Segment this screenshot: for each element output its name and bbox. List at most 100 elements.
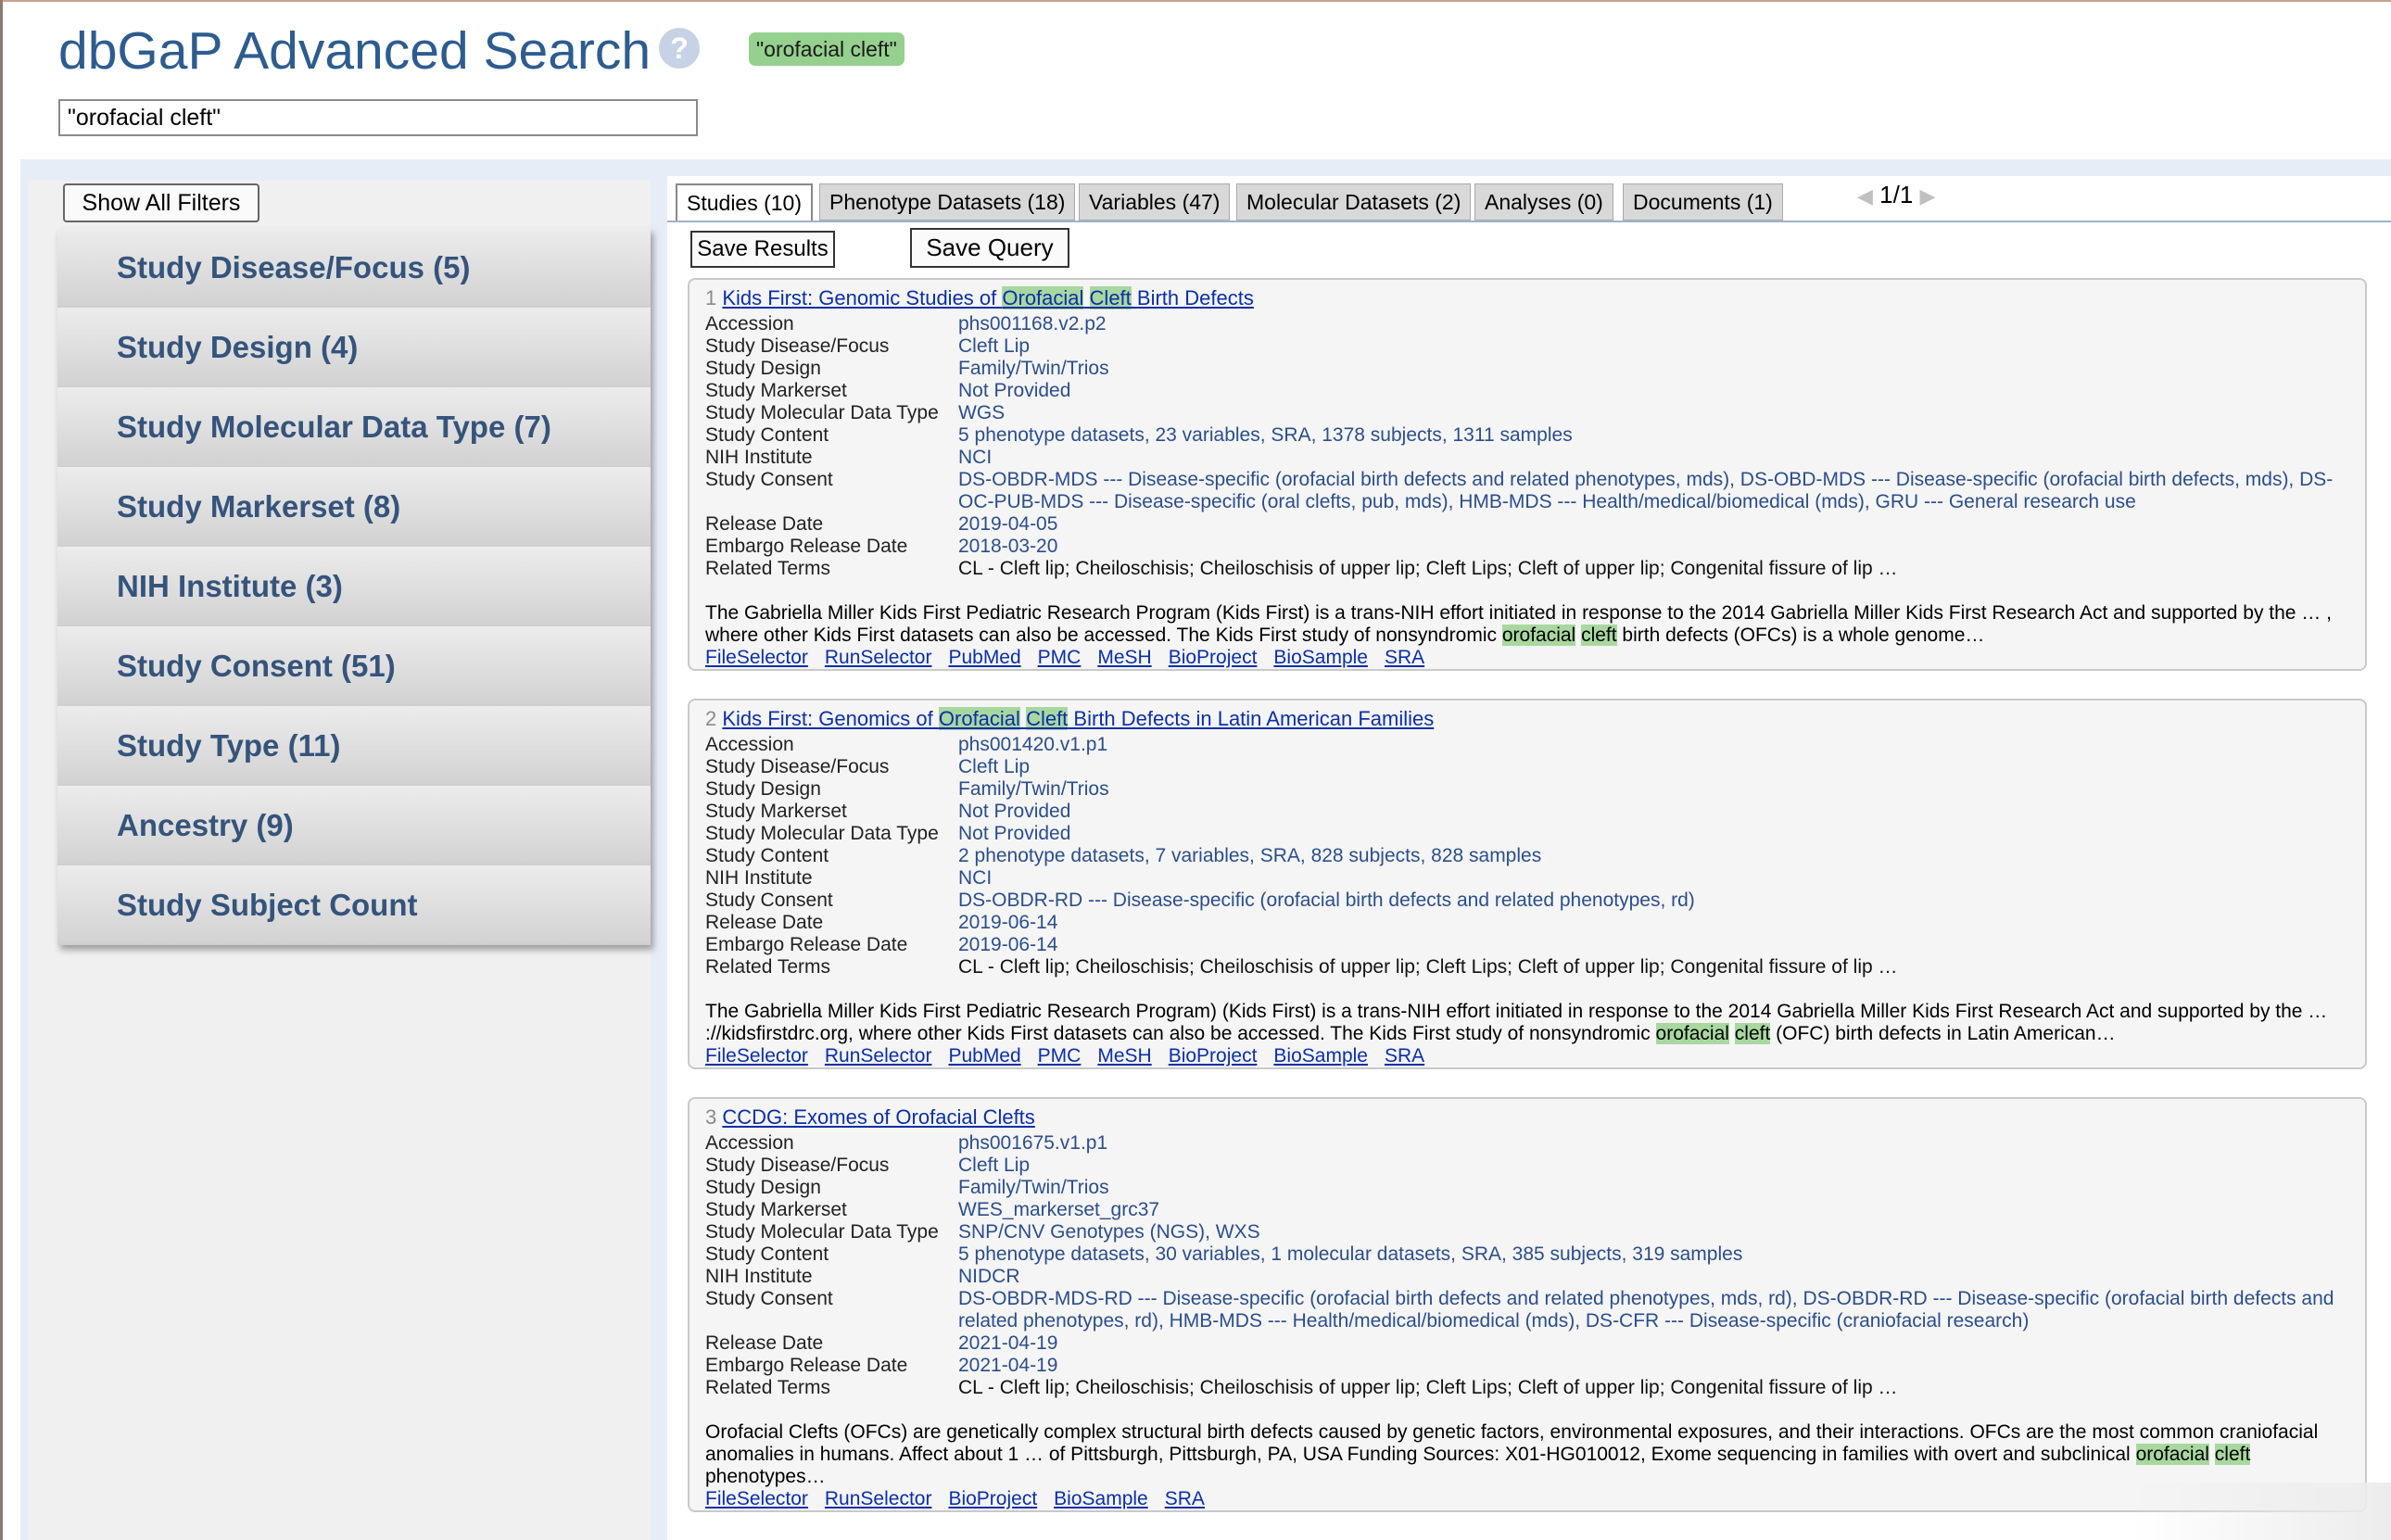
filter-study-type[interactable]: Study Type (11) [57, 706, 651, 786]
filter-study-molecular-data-type[interactable]: Study Molecular Data Type (7) [57, 387, 651, 467]
tab-analyses[interactable]: Analyses (0) [1474, 183, 1613, 221]
save-query-button[interactable]: Save Query [910, 228, 1069, 268]
resource-link[interactable]: SRA [1385, 647, 1424, 669]
field-label: Release Date [705, 1332, 824, 1354]
resource-link[interactable]: BioProject [1169, 647, 1258, 669]
field-value-embargo: 2018-03-20 [958, 536, 1058, 557]
tab-variables[interactable]: Variables (47) [1079, 183, 1231, 221]
title-text: CCDG: Exomes of Orofacial Clefts [722, 1105, 1035, 1129]
field-row-related: Related Terms CL - Cleft lip; Cheiloschis… [705, 558, 2365, 580]
result-title: 3 CCDG: Exomes of Orofacial Clefts [705, 1105, 2365, 1132]
field-row-disease: Study Disease/Focus Cleft Lip [705, 756, 2365, 778]
description-text [2209, 1444, 2215, 1465]
field-label: Study Design [705, 1177, 821, 1198]
field-value-markerset: WES_markerset_grc37 [958, 1199, 1160, 1220]
resource-link[interactable]: FileSelector [705, 647, 808, 669]
resource-link[interactable]: MeSH [1097, 647, 1151, 669]
field-label: Accession [705, 313, 794, 335]
field-row-moltype: Study Molecular Data Type WGS [705, 402, 2365, 424]
field-row-disease: Study Disease/Focus Cleft Lip [705, 335, 2365, 358]
result-card: 1 Kids First: Genomic Studies of Orofaci… [688, 278, 2367, 671]
field-value-institute: NIDCR [958, 1266, 1020, 1287]
query-badge: "orofacial cleft" [749, 32, 905, 66]
show-all-filters-button[interactable]: Show All Filters [63, 183, 259, 222]
resource-link[interactable]: BioProject [948, 1488, 1037, 1510]
field-label: Study Markerset [705, 801, 847, 822]
pager: ◀ 1/1 ▶ [1857, 180, 1935, 211]
search-input[interactable] [58, 99, 698, 136]
field-label: NIH Institute [705, 447, 813, 468]
field-row-content: Study Content 2 phenotype datasets, 7 var… [705, 845, 2365, 867]
page-header: dbGaP Advanced Search ? "orofacial cleft… [58, 19, 2283, 158]
field-row-disease: Study Disease/Focus Cleft Lip [705, 1155, 2365, 1177]
tab-documents[interactable]: Documents (1) [1623, 183, 1783, 221]
field-value-markerset: Not Provided [958, 380, 1071, 401]
field-row-related: Related Terms CL - Cleft lip; Cheiloschis… [705, 1377, 2365, 1399]
highlighted-term: cleft [1581, 625, 1617, 646]
resource-link[interactable]: PubMed [948, 647, 1020, 669]
filter-study-markerset[interactable]: Study Markerset (8) [57, 467, 651, 547]
field-value-embargo: 2019-06-14 [958, 934, 1058, 955]
resource-link[interactable]: PubMed [948, 1045, 1020, 1067]
resource-link[interactable]: SRA [1165, 1488, 1205, 1510]
field-row-consent: Study Consent DS-OBDR-MDS --- Disease-spe… [705, 469, 2365, 513]
resource-link[interactable]: PMC [1038, 1045, 1082, 1067]
result-card: 3 CCDG: Exomes of Orofacial Clefts Access… [688, 1097, 2367, 1512]
filter-study-consent[interactable]: Study Consent (51) [57, 626, 651, 706]
field-value-moltype: SNP/CNV Genotypes (NGS), WXS [958, 1221, 1260, 1243]
resource-link[interactable]: BioSample [1273, 1045, 1368, 1067]
description-text: phenotypes… [705, 1466, 826, 1487]
resource-link[interactable]: MeSH [1097, 1045, 1151, 1067]
resource-link[interactable]: BioProject [1169, 1045, 1258, 1067]
highlighted-term: cleft [2214, 1444, 2251, 1465]
result-card: 2 Kids First: Genomics of Orofacial Clef… [688, 699, 2367, 1069]
resource-link[interactable]: PMC [1038, 647, 1082, 669]
field-row-release: Release Date 2019-06-14 [705, 912, 2365, 934]
field-value-related: CL - Cleft lip; Cheiloschisis; Cheilosch… [958, 956, 1898, 978]
filter-ancestry[interactable]: Ancestry (9) [57, 786, 651, 865]
field-row-markerset: Study Markerset Not Provided [705, 801, 2365, 823]
field-value-consent: DS-OBDR-MDS-RD --- Disease-specific (oro… [958, 1288, 2334, 1332]
tab-molecular-datasets[interactable]: Molecular Datasets (2) [1236, 183, 1472, 221]
resource-link[interactable]: RunSelector [825, 1045, 932, 1067]
resource-link[interactable]: FileSelector [705, 1045, 808, 1067]
field-value-related: CL - Cleft lip; Cheiloschisis; Cheilosch… [958, 1377, 1898, 1398]
result-title: 2 Kids First: Genomics of Orofacial Clef… [705, 706, 2365, 734]
help-icon[interactable]: ? [659, 28, 700, 69]
field-label: Study Disease/Focus [705, 335, 890, 357]
filter-study-disease-focus[interactable]: Study Disease/Focus (5) [57, 228, 651, 308]
tab-studies[interactable]: Studies (10) [676, 183, 814, 221]
field-label: Study Consent [705, 890, 833, 911]
window-left-border [0, 0, 3, 1540]
filter-study-subject-count[interactable]: Study Subject Count [57, 865, 651, 945]
previous-page-icon[interactable]: ◀ [1857, 184, 1873, 208]
field-label: Study Molecular Data Type [705, 823, 939, 844]
field-label: Study Molecular Data Type [705, 1221, 939, 1243]
resource-link[interactable]: RunSelector [825, 647, 932, 669]
resource-link[interactable]: RunSelector [825, 1488, 932, 1510]
title-text: Cleft [1026, 707, 1069, 730]
field-label: Study Disease/Focus [705, 1155, 890, 1176]
resource-link[interactable]: SRA [1385, 1045, 1424, 1067]
resource-link[interactable]: FileSelector [705, 1488, 808, 1510]
result-title-link[interactable]: Kids First: Genomic Studies of Orofacial… [722, 286, 1254, 309]
field-label: Embargo Release Date [705, 536, 908, 557]
filter-study-design[interactable]: Study Design (4) [57, 308, 651, 387]
field-value-markerset: Not Provided [958, 801, 1071, 822]
result-number: 1 [705, 286, 717, 309]
filter-nih-institute[interactable]: NIH Institute (3) [57, 547, 651, 626]
result-description: Orofacial Clefts (OFCs) are genetically … [705, 1421, 2350, 1488]
tab-phenotype-datasets[interactable]: Phenotype Datasets (18) [819, 183, 1076, 221]
result-title-link[interactable]: Kids First: Genomics of Orofacial Cleft … [722, 707, 1434, 730]
field-label: Study Content [705, 424, 829, 446]
resource-link[interactable]: BioSample [1273, 647, 1368, 669]
save-results-button[interactable]: Save Results [690, 231, 835, 268]
resource-link[interactable]: BioSample [1054, 1488, 1148, 1510]
field-row-embargo: Embargo Release Date 2019-06-14 [705, 934, 2365, 956]
field-row-accession: Accession phs001168.v2.p2 [705, 313, 2365, 335]
field-row-related: Related Terms CL - Cleft lip; Cheiloschis… [705, 956, 2365, 978]
title-text: Kids First: Genomics of [722, 707, 939, 730]
next-page-icon[interactable]: ▶ [1920, 184, 1936, 208]
result-title-link[interactable]: CCDG: Exomes of Orofacial Clefts [722, 1105, 1034, 1129]
field-value-content: 5 phenotype datasets, 30 variables, 1 mo… [958, 1243, 1743, 1265]
